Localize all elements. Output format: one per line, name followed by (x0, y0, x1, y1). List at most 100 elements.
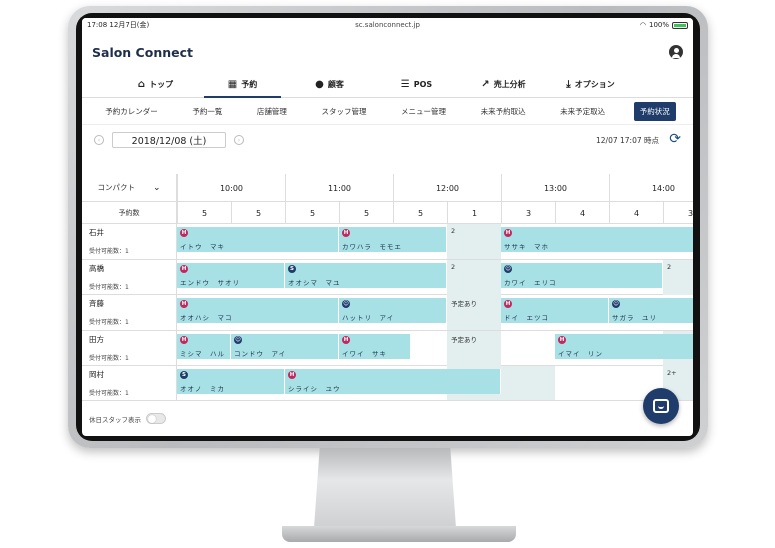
monitor-stand-neck (314, 448, 456, 528)
staff-capacity: 受付可能数：1 (89, 283, 129, 291)
sub-nav: 予約カレンダー 予約一覧 店舗管理 スタッフ管理 メニュー管理 未来予約取込 未… (82, 98, 693, 125)
app-screen: 17:08 12月7日(金) sc.salonconnect.jp ◠ 100%… (82, 18, 693, 436)
schedule-row: +2 2+ Sオオノ ミカ Hシライシ ユウ (177, 366, 693, 400)
next-date-button[interactable]: › (234, 135, 244, 145)
subnav-reservation-list[interactable]: 予約一覧 (186, 102, 228, 121)
slot-count: 5 (177, 202, 231, 224)
appointment-block[interactable]: ☺ ハットリ アイ (339, 298, 447, 323)
compact-label: コンパクト (97, 183, 135, 192)
chat-icon (653, 399, 669, 413)
salon-badge-icon: S (180, 371, 188, 379)
appointment-block[interactable]: H オオハシ マコ (177, 298, 339, 323)
brand-logo[interactable]: Salon Connect (92, 45, 193, 60)
schedule-row: 予定あり H オオハシ マコ ☺ ハットリ アイ H ドイ エツコ ☺ サガラ ユリ (177, 295, 693, 331)
subnav-reservation-status[interactable]: 予約状況 (633, 101, 676, 121)
staff-row-header[interactable]: 岡村 受付可能数：1 (82, 366, 176, 400)
refresh-icon[interactable]: ⟳ (669, 131, 681, 147)
blocked-slot[interactable]: 2 (447, 259, 501, 295)
calendar-icon: ▦ (227, 79, 238, 90)
time-label: 13:00 (501, 174, 609, 202)
subnav-future-schedule-import[interactable]: 未来予定取込 (554, 102, 611, 121)
date-picker[interactable]: 2018/12/08 (土) (112, 132, 226, 148)
hotpepper-badge-icon: H (180, 300, 188, 308)
staff-name: 田方 (89, 334, 104, 344)
appointment-block[interactable]: H エンドウ サオリ (177, 262, 285, 288)
staff-row-header[interactable]: 石井 受付可能数：1 (82, 224, 176, 260)
slot-count: 4 (609, 202, 663, 224)
slot-count: 5 (393, 202, 447, 224)
staff-row-header[interactable]: 高橋 受付可能数：1 (82, 260, 176, 295)
count-header: 5 5 5 5 5 1 3 4 4 3 (177, 202, 693, 224)
appointment-block[interactable]: H カワハラ モモエ (339, 227, 447, 252)
appointment-block[interactable]: H イマイ リン (555, 333, 693, 359)
tab-label: オプション (574, 80, 615, 89)
subnav-menu-management[interactable]: メニュー管理 (395, 102, 452, 121)
customer-name: イマイ リン (558, 349, 603, 358)
hotpepper-badge-icon: H (180, 264, 188, 273)
hotpepper-badge-icon: H (288, 371, 296, 379)
tab-options[interactable]: ⤓ オプション (547, 72, 634, 97)
appointment-block[interactable]: ☺ サガラ ユリ (609, 298, 693, 323)
subnav-staff-management[interactable]: スタッフ管理 (315, 102, 372, 121)
staff-capacity: 受付可能数：1 (89, 390, 129, 397)
time-label: 12:00 (393, 174, 501, 202)
staff-row-header[interactable]: 斉藤 受付可能数：1 (82, 295, 176, 331)
staff-capacity: 受付可能数：1 (89, 319, 129, 326)
smile-badge-icon: ☺ (504, 264, 512, 273)
customer-name: カワイ エリコ (504, 278, 557, 287)
appointment-block[interactable]: S オオシマ マユ (285, 262, 447, 288)
appointment-block[interactable]: H ドイ エツコ (501, 298, 609, 323)
appointment-block[interactable]: H イトウ マキ (177, 227, 339, 252)
hotpepper-badge-icon: H (504, 300, 512, 308)
tab-top[interactable]: ⌂ トップ (112, 72, 199, 97)
home-icon: ⌂ (137, 79, 146, 90)
salon-badge-icon: S (288, 264, 296, 273)
time-label: 11:00 (285, 174, 393, 202)
prev-date-button[interactable]: ‹ (94, 135, 104, 145)
customer-name: シライシ ユウ (288, 385, 341, 393)
blocked-slot[interactable]: 予定あり (447, 330, 501, 366)
holiday-staff-toggle[interactable] (146, 413, 166, 424)
staff-name: 石井 (89, 228, 104, 237)
account-icon[interactable] (669, 45, 683, 59)
compact-toggle[interactable]: コンパクト ⌄ (82, 174, 176, 202)
staff-row-header[interactable]: 田方 受付可能数：1 (82, 331, 176, 366)
appointment-block[interactable]: S オオノ ミカ (177, 369, 285, 394)
tab-reservation[interactable]: ▦ 予約 (199, 72, 286, 98)
status-bar: 17:08 12月7日(金) sc.salonconnect.jp ◠ 100% (82, 18, 693, 32)
slot-count: 1 (447, 202, 501, 224)
time-label: 10:00 (177, 174, 285, 202)
time-header: 10:00 11:00 12:00 13:00 14:00 (177, 174, 693, 202)
date-bar: ‹ 2018/12/08 (土) › 12/07 17:07 時点 ⟳ (82, 125, 693, 155)
hotpepper-badge-icon: H (342, 229, 350, 237)
appointment-block[interactable]: ☺ カワイ エリコ (501, 262, 663, 288)
appointment-block[interactable]: ☺ コンドウ アイ (231, 333, 339, 359)
customer-name: イトウ マキ (180, 243, 225, 251)
url-text[interactable]: sc.salonconnect.jp (82, 21, 693, 29)
subnav-future-reservation-import[interactable]: 未来予約取込 (475, 102, 532, 121)
count-label: 予約数 (82, 202, 176, 224)
appointment-block[interactable]: H イワイ サキ (339, 333, 411, 359)
tab-sales[interactable]: ↗ 売上分析 (460, 72, 547, 97)
blocked-slot[interactable]: 2 (447, 224, 501, 259)
blocked-slot[interactable]: 予定あり (447, 295, 501, 330)
customer-name: ハットリ アイ (342, 314, 395, 322)
appointment-block[interactable]: H ササキ マホ (501, 227, 693, 252)
slot-count: 3 (663, 202, 693, 224)
customer-name: ドイ エツコ (504, 314, 549, 322)
appointment-block[interactable]: H ミシマ ハル (177, 333, 231, 359)
schedule-row: 2 H イトウ マキ H カワハラ モモエ H ササキ マホ (177, 224, 693, 260)
tab-customer[interactable]: ● 顧客 (286, 72, 373, 97)
subnav-reservation-calendar[interactable]: 予約カレンダー (99, 102, 164, 121)
hotpepper-badge-icon: H (504, 229, 512, 237)
customer-name: エンドウ サオリ (180, 278, 240, 287)
tab-pos[interactable]: ☰ POS (373, 72, 460, 97)
blocked-slot[interactable]: 2 (663, 259, 693, 295)
customer-name: オオハシ マコ (180, 314, 233, 322)
appointment-block[interactable]: H シライシ ユウ (285, 369, 501, 394)
customer-name: オオシマ マユ (288, 278, 341, 287)
chat-support-button[interactable] (643, 388, 679, 424)
subnav-store-management[interactable]: 店舗管理 (251, 102, 293, 121)
download-icon: ⤓ (566, 79, 571, 90)
holiday-staff-label: 休日スタッフ表示 (89, 415, 141, 424)
